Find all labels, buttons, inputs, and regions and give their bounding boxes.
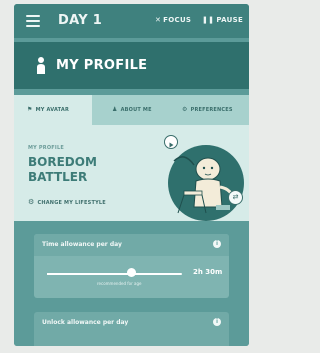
tab-label: PREFERENCES — [190, 107, 233, 113]
time-allowance-header: Time allowance per day i — [34, 234, 229, 256]
focus-icon: ✕ — [155, 16, 162, 24]
tab-about-me[interactable]: ♟ ABOUT ME — [92, 95, 170, 125]
focus-button[interactable]: ✕ FOCUS — [155, 16, 191, 24]
app-screen: DAY 1 ✕ FOCUS ❚❚ PAUSE MY PROFILE ⚑ MY AVAT… — [14, 4, 249, 346]
play-button[interactable] — [164, 135, 178, 149]
settings-area: Time allowance per day i recommended for… — [14, 221, 249, 346]
profile-tabs: ⚑ MY AVATAR ♟ ABOUT ME ⚙ PREFERENCES — [14, 95, 249, 125]
tab-my-avatar[interactable]: ⚑ MY AVATAR — [14, 95, 92, 125]
time-allowance-card: Time allowance per day i recommended for… — [34, 234, 229, 298]
day-title: DAY 1 — [58, 13, 103, 28]
gear-icon: ⚙ — [28, 198, 35, 206]
time-allowance-title: Time allowance per day — [42, 241, 122, 248]
person-icon: ♟ — [112, 106, 118, 113]
slider-fill — [47, 273, 131, 275]
avatar-name: BOREDOM BATTLER — [28, 155, 97, 184]
unlock-allowance-title: Unlock allowance per day — [42, 319, 129, 326]
gear-icon: ⚙ — [182, 106, 188, 113]
section-label: MY PROFILE — [28, 145, 64, 151]
time-allowance-value: 2h 30m — [193, 268, 223, 276]
avatar-panel: MY PROFILE BOREDOM BATTLER ⚙ CHANGE MY LI… — [14, 125, 249, 221]
person-icon — [37, 57, 45, 74]
hamburger-menu-icon[interactable] — [26, 15, 40, 27]
flag-icon: ⚑ — [27, 106, 33, 113]
play-icon — [169, 142, 174, 148]
profile-header: MY PROFILE — [14, 42, 249, 89]
pause-button[interactable]: ❚❚ PAUSE — [202, 16, 243, 24]
slider-handle[interactable] — [126, 268, 136, 277]
unlock-allowance-card: Unlock allowance per day i — [34, 312, 229, 346]
slider-caption: recommended for age — [97, 281, 142, 286]
top-bar: DAY 1 ✕ FOCUS ❚❚ PAUSE — [14, 4, 249, 38]
shuffle-avatar-button[interactable]: ⇄ — [228, 190, 243, 205]
time-allowance-slider[interactable] — [47, 273, 182, 275]
pause-label: PAUSE — [216, 16, 244, 24]
change-lifestyle-label: CHANGE MY LIFESTYLE — [37, 200, 106, 206]
info-icon[interactable]: i — [213, 318, 221, 326]
page-title: MY PROFILE — [56, 58, 148, 73]
pause-icon: ❚❚ — [202, 16, 215, 24]
change-lifestyle-link[interactable]: ⚙ CHANGE MY LIFESTYLE — [28, 198, 106, 206]
focus-label: FOCUS — [163, 16, 192, 24]
tab-preferences[interactable]: ⚙ PREFERENCES — [170, 95, 249, 125]
info-icon[interactable]: i — [213, 240, 221, 248]
tab-label: ABOUT ME — [120, 107, 152, 113]
tab-label: MY AVATAR — [35, 107, 70, 113]
shuffle-icon: ⇄ — [232, 193, 239, 201]
